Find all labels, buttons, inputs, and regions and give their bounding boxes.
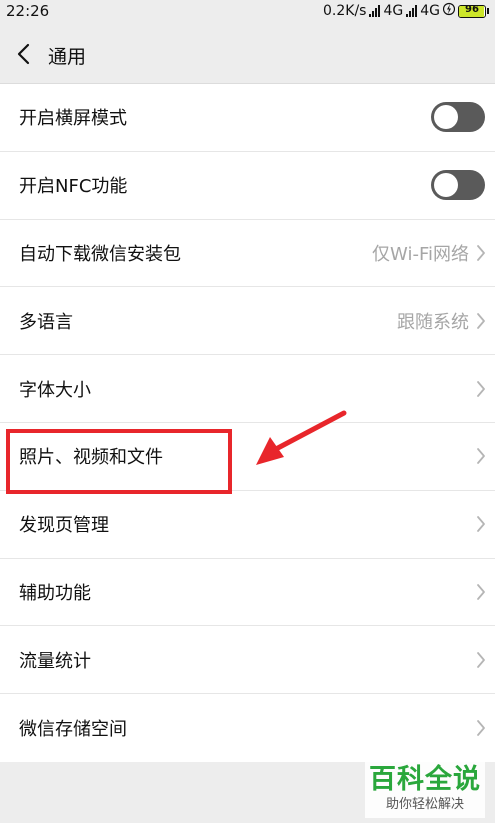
chevron-right-icon — [477, 380, 485, 397]
nfc-toggle[interactable] — [431, 170, 485, 201]
chevron-right-icon — [477, 720, 485, 736]
setting-value: 跟随系统 — [397, 311, 469, 333]
settings-list: 开启横屏模式 开启NFC功能 自动下载微信安装包 仅Wi-Fi网络 多语言 跟随… — [0, 84, 495, 762]
watermark-logo: 百科全说 助你轻松解决 — [365, 760, 485, 818]
nav-bar: 通用 — [0, 24, 495, 84]
status-time: 22:26 — [6, 2, 50, 20]
setting-landscape-mode[interactable]: 开启横屏模式 — [0, 84, 495, 152]
setting-label: 开启NFC功能 — [19, 176, 128, 198]
signal-icon — [369, 5, 381, 17]
setting-label: 辅助功能 — [19, 582, 91, 604]
setting-auto-download[interactable]: 自动下载微信安装包 仅Wi-Fi网络 — [0, 220, 495, 288]
setting-label: 发现页管理 — [19, 515, 109, 537]
setting-photos-videos-files[interactable]: 照片、视频和文件 — [0, 423, 495, 491]
network-type-2: 4G — [420, 3, 440, 19]
setting-label: 开启横屏模式 — [19, 108, 127, 130]
chevron-right-icon — [477, 651, 485, 668]
signal-icon-2 — [406, 5, 418, 17]
network-type-1: 4G — [383, 3, 404, 19]
chevron-right-icon — [477, 584, 485, 600]
chevron-right-icon — [477, 448, 485, 465]
page-title: 通用 — [48, 46, 87, 68]
setting-accessibility[interactable]: 辅助功能 — [0, 559, 495, 627]
landscape-toggle[interactable] — [431, 102, 485, 133]
setting-label: 微信存储空间 — [19, 719, 127, 741]
network-speed: 0.2K/s — [323, 3, 367, 19]
setting-nfc[interactable]: 开启NFC功能 — [0, 152, 495, 220]
setting-label: 多语言 — [19, 311, 73, 333]
chevron-right-icon — [477, 516, 485, 533]
setting-font-size[interactable]: 字体大小 — [0, 355, 495, 423]
setting-discover-management[interactable]: 发现页管理 — [0, 491, 495, 559]
watermark-title: 百科全说 — [369, 764, 481, 795]
setting-value: 仅Wi-Fi网络 — [372, 243, 469, 265]
setting-data-usage[interactable]: 流量统计 — [0, 626, 495, 695]
status-indicators: 0.2K/s 4G 4G 96 — [323, 2, 489, 20]
chevron-right-icon — [477, 245, 485, 261]
watermark-subtitle: 助你轻松解决 — [385, 797, 464, 812]
status-bar: 22:26 0.2K/s 4G 4G 96 — [0, 0, 495, 24]
setting-language[interactable]: 多语言 跟随系统 — [0, 287, 495, 356]
charging-icon — [442, 2, 456, 20]
battery-icon: 96 — [458, 4, 489, 18]
battery-level: 96 — [465, 4, 479, 15]
setting-storage[interactable]: 微信存储空间 — [0, 694, 495, 762]
setting-label: 流量统计 — [19, 650, 91, 672]
chevron-right-icon — [477, 312, 485, 329]
setting-label: 自动下载微信安装包 — [19, 243, 181, 265]
setting-label: 字体大小 — [19, 379, 91, 401]
back-arrow-icon[interactable] — [14, 42, 36, 66]
setting-label: 照片、视频和文件 — [19, 447, 163, 469]
